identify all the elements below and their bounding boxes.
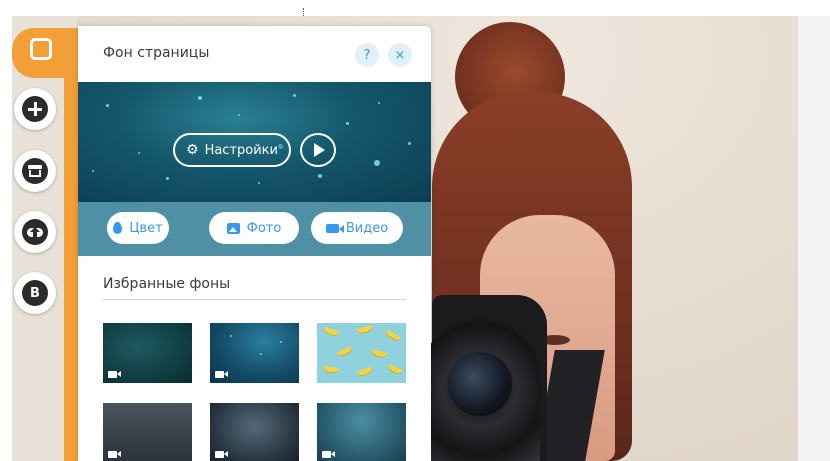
store-icon	[22, 158, 48, 184]
video-camera-icon	[325, 223, 344, 233]
cloud-upload-icon	[22, 219, 48, 245]
toolbar-item-upload[interactable]	[14, 211, 56, 253]
image-icon	[226, 222, 240, 234]
video-icon	[215, 451, 228, 458]
toolbar-item-blog[interactable]: B	[14, 272, 56, 314]
section-title: Избранные фоны	[103, 276, 231, 292]
tab-video[interactable]: Видео	[311, 212, 403, 244]
panel-title: Фон страницы	[103, 45, 210, 61]
help-button[interactable]: ?	[355, 43, 379, 67]
video-icon	[108, 451, 121, 458]
blog-icon: B	[22, 280, 48, 306]
background-thumbnail[interactable]	[317, 403, 406, 461]
section-divider	[103, 299, 406, 300]
tab-photo[interactable]: Фото	[209, 212, 299, 244]
toolbar-item-add[interactable]	[14, 88, 56, 130]
play-button[interactable]	[300, 133, 336, 167]
video-icon	[215, 371, 228, 378]
panel-accent-strip	[64, 30, 78, 461]
plus-icon	[22, 96, 48, 122]
background-thumbnail[interactable]	[103, 403, 192, 461]
video-icon	[108, 371, 121, 378]
background-thumbnail[interactable]	[210, 323, 299, 383]
photo-lens-glass	[448, 352, 512, 416]
settings-button[interactable]: ⚙ Настройки	[173, 133, 291, 167]
gear-icon: ⚙	[186, 142, 199, 158]
toolbar-item-store[interactable]	[14, 150, 56, 192]
page-background-panel: Фон страницы ? × ⚙ Настройки Цвет Фото В…	[78, 26, 431, 461]
square-icon	[30, 38, 52, 60]
video-icon	[322, 451, 335, 458]
tab-photo-label: Фото	[246, 220, 282, 236]
close-button[interactable]: ×	[388, 43, 412, 67]
tab-color-label: Цвет	[129, 220, 163, 236]
background-thumbnail[interactable]	[103, 323, 192, 383]
panel-header: Фон страницы ? ×	[78, 26, 431, 82]
background-preview: ⚙ Настройки	[78, 82, 431, 202]
play-icon	[314, 143, 325, 157]
drop-icon	[113, 222, 123, 234]
editor-window: B Фон страницы ? × ⚙ Настройки Цвет Фото…	[0, 0, 830, 461]
background-thumbnail[interactable]	[210, 403, 299, 461]
tab-color[interactable]: Цвет	[107, 212, 169, 244]
background-thumbnail[interactable]	[317, 323, 406, 383]
tab-video-label: Видео	[345, 220, 389, 236]
background-type-tabs: Цвет Фото Видео	[78, 202, 431, 256]
canvas-right-margin	[798, 16, 830, 461]
settings-label: Настройки	[204, 142, 278, 158]
